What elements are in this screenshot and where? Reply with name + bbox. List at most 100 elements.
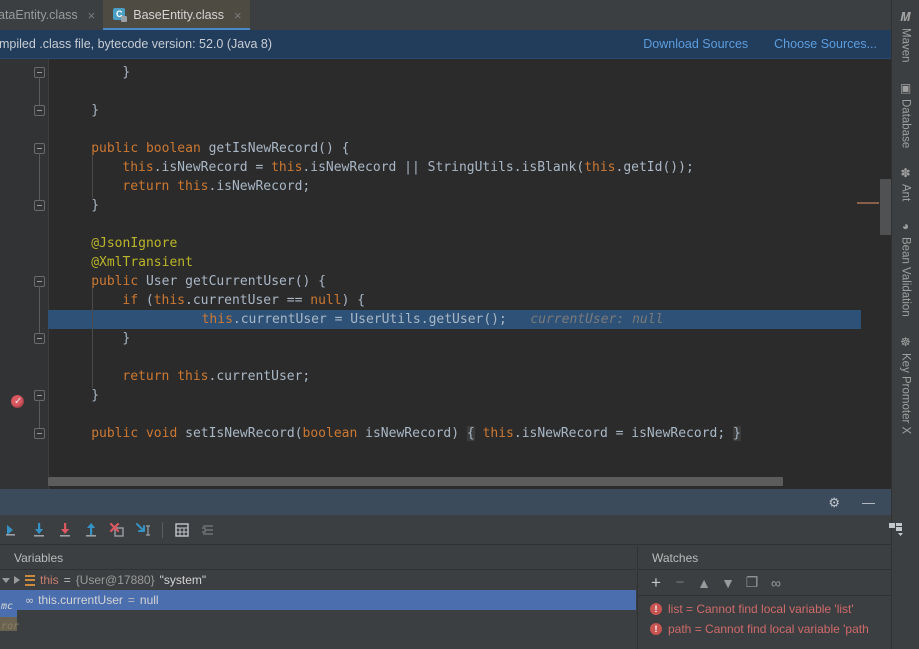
code-line[interactable]: } <box>0 386 891 405</box>
editor-horizontal-scrollbar[interactable] <box>48 477 783 486</box>
notification-text: ompiled .class file, bytecode version: 5… <box>0 37 272 51</box>
code-token: getIsNewRecord() { <box>200 141 350 156</box>
error-icon: ! <box>650 603 662 615</box>
code-line[interactable]: } <box>0 329 891 348</box>
choose-sources-link[interactable]: Choose Sources... <box>774 37 877 51</box>
code-token: this <box>584 160 616 175</box>
variable-name: this <box>40 573 59 587</box>
code-line[interactable]: return this.currentUser; <box>0 367 891 386</box>
code-line[interactable] <box>0 405 891 424</box>
code-token: null <box>310 293 342 308</box>
watch-glasses-icon: ∞ <box>25 593 34 607</box>
step-out-button[interactable] <box>78 517 104 543</box>
code-line[interactable]: @JsonIgnore <box>0 234 891 253</box>
evaluate-expression-button[interactable] <box>169 517 195 543</box>
fold-region-line <box>39 286 40 333</box>
tool-button-maven[interactable]: 𝑴 Maven <box>900 4 912 75</box>
editor-vertical-scrollbar[interactable] <box>880 179 891 235</box>
move-watch-down-button[interactable]: ▼ <box>716 572 740 594</box>
variable-name: this.currentUser <box>38 593 123 607</box>
object-field-icon <box>25 574 35 586</box>
decompiled-class-notification-bar: ompiled .class file, bytecode version: 5… <box>0 30 891 59</box>
tool-button-ant[interactable]: ✽ Ant <box>900 160 912 213</box>
java-class-icon: C <box>113 8 128 22</box>
code-line[interactable]: } <box>0 196 891 215</box>
code-editor[interactable]: ✓ }} public boolean getIsNewRecord() {thi… <box>0 59 891 489</box>
variable-equals: = <box>127 593 135 607</box>
fold-marker-icon[interactable] <box>34 428 45 439</box>
editor-marker-stripe[interactable] <box>857 202 879 204</box>
move-watch-up-button[interactable]: ▲ <box>692 572 716 594</box>
code-token: this <box>153 293 186 308</box>
code-line[interactable]: public User getCurrentUser() { <box>0 272 891 291</box>
code-line[interactable]: public void setIsNewRecord(boolean isNew… <box>0 424 891 443</box>
collapse-arrow-icon[interactable] <box>2 578 10 583</box>
show-execution-point-button[interactable] <box>0 517 26 543</box>
close-icon[interactable]: × <box>88 9 96 22</box>
code-line[interactable] <box>0 82 891 101</box>
tool-label: Key Promoter X <box>899 352 912 434</box>
force-step-into-button[interactable] <box>104 517 130 543</box>
code-line[interactable]: this.isNewRecord = this.isNewRecord || S… <box>0 158 891 177</box>
maven-icon: 𝑴 <box>900 10 911 24</box>
indent-guide <box>92 307 94 331</box>
tool-button-bean-validation[interactable]: ◕ Bean Validation <box>900 213 912 329</box>
watch-row-path[interactable]: ! path = Cannot find local variable 'pat… <box>638 619 891 639</box>
tool-button-key-promoter-x[interactable]: ☸ Key Promoter X <box>900 329 912 446</box>
code-token: } <box>91 388 100 403</box>
code-line[interactable]: @XmlTransient <box>0 253 891 272</box>
remove-watch-button[interactable]: − <box>668 572 692 594</box>
fold-marker-icon[interactable] <box>34 200 45 211</box>
code-line[interactable]: return this.isNewRecord; <box>0 177 891 196</box>
code-token: .currentUser == <box>185 293 311 308</box>
code-token: this <box>201 312 233 327</box>
watches-pane-title: Watches <box>638 546 891 570</box>
code-line[interactable]: this.currentUser = UserUtils.getUser(); … <box>48 310 861 329</box>
editor-marker-bar[interactable] <box>879 59 891 489</box>
variable-row-this[interactable]: this = {User@17880} "system" <box>0 570 636 590</box>
code-token: currentUser: null <box>506 312 664 327</box>
code-token: public <box>91 141 139 156</box>
fold-marker-icon[interactable] <box>34 105 45 116</box>
watch-row-list[interactable]: ! list = Cannot find local variable 'lis… <box>638 599 891 619</box>
code-token: ( <box>138 293 154 308</box>
close-icon[interactable]: × <box>234 9 242 22</box>
code-line[interactable]: } <box>0 101 891 120</box>
layout-settings-button[interactable] <box>883 515 909 543</box>
expand-arrow-icon[interactable] <box>14 576 20 584</box>
code-line[interactable] <box>0 348 891 367</box>
add-watch-button[interactable]: + <box>644 572 668 594</box>
copy-watch-button[interactable]: ❐ <box>740 572 764 594</box>
toggle-watch-glasses-button[interactable]: ∞ <box>764 572 788 594</box>
variables-list[interactable]: this = {User@17880} "system" ∞ this.curr… <box>0 570 636 649</box>
tool-button-database[interactable]: ▣ Database <box>900 75 912 160</box>
code-line[interactable]: } <box>0 63 891 82</box>
code-token: this <box>482 426 514 441</box>
code-token: public <box>91 274 139 289</box>
code-token: } <box>122 65 131 80</box>
code-line[interactable] <box>0 120 891 139</box>
step-into-button[interactable] <box>52 517 78 543</box>
step-over-button[interactable] <box>26 517 52 543</box>
gear-icon[interactable]: ⚙ <box>828 496 840 509</box>
trace-current-stream-button[interactable] <box>195 517 221 543</box>
editor-tab-baseentity[interactable]: C BaseEntity.class × <box>103 0 251 30</box>
variable-equals: = <box>63 573 71 587</box>
code-line[interactable]: if (this.currentUser == null) { <box>0 291 891 310</box>
code-line[interactable]: public boolean getIsNewRecord() { <box>0 139 891 158</box>
watches-list[interactable]: ! list = Cannot find local variable 'lis… <box>638 596 891 639</box>
tool-label: Database <box>899 98 912 148</box>
download-sources-link[interactable]: Download Sources <box>643 37 748 51</box>
editor-tab-dataentity[interactable]: ataEntity.class × <box>0 0 104 30</box>
run-to-cursor-button[interactable] <box>130 517 156 543</box>
fold-marker-icon[interactable] <box>34 333 45 344</box>
minimize-icon[interactable]: — <box>862 496 875 509</box>
code-line[interactable] <box>0 215 891 234</box>
watch-text: list = Cannot find local variable 'list' <box>668 602 854 616</box>
variable-row-currentuser[interactable]: ∞ this.currentUser = null <box>0 590 636 610</box>
code-content[interactable]: }} public boolean getIsNewRecord() {this.… <box>0 59 891 489</box>
watch-text: path = Cannot find local variable 'path <box>668 622 869 636</box>
